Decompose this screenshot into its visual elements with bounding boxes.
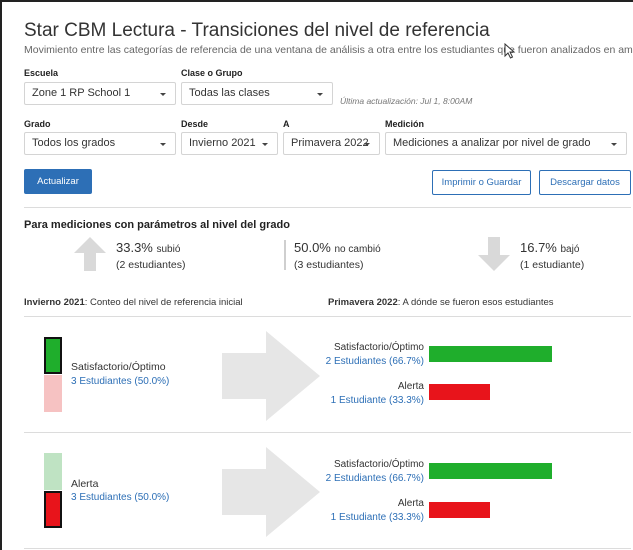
chevron-down-icon [262, 143, 268, 146]
group2-name: Alerta [71, 478, 99, 490]
divider [24, 207, 631, 208]
class-select-value: Todas las clases [189, 87, 270, 99]
school-select[interactable]: Zone 1 RP School 1 [24, 82, 176, 105]
group1-dest1-bar [429, 346, 552, 362]
flow-arrow-icon [222, 447, 320, 537]
class-label: Clase o Grupo [181, 68, 243, 78]
stat-down-word: bajó [560, 244, 580, 255]
school-select-value: Zone 1 RP School 1 [32, 87, 131, 99]
group1-name: Satisfactorio/Óptimo [71, 361, 166, 373]
measure-label: Medición [385, 119, 425, 129]
from-select-value: Invierno 2021 [189, 137, 256, 149]
school-label: Escuela [24, 68, 59, 78]
from-select[interactable]: Invierno 2021 [181, 132, 278, 155]
stat-up-word: subió [156, 244, 181, 255]
page-title: Star CBM Lectura - Transiciones del nive… [24, 20, 490, 41]
arrow-down-icon [478, 237, 510, 271]
chevron-down-icon [160, 143, 166, 146]
stat-down-pct: 16.7% [520, 240, 557, 255]
right-header-text: : A dónde se fueron esos estudiantes [397, 297, 554, 308]
group1-dest1-name: Satisfactorio/Óptimo [333, 342, 424, 353]
flow-arrow-icon [222, 331, 320, 421]
class-select[interactable]: Todas las clases [181, 82, 333, 105]
last-updated-text: Última actualización: Jul 1, 8:00AM [340, 96, 473, 106]
left-column-header: Invierno 2021: Conteo del nivel de refer… [24, 297, 243, 308]
download-data-button[interactable]: Descargar datos [539, 170, 631, 195]
divider [24, 316, 631, 317]
from-label: Desde [181, 119, 209, 129]
stat-same-value: 50.0% no cambió [294, 240, 381, 255]
stat-same-word: no cambió [334, 244, 381, 255]
stat-down-value: 16.7% bajó [520, 240, 579, 255]
group1-dest2-name: Alerta [397, 381, 424, 392]
to-select[interactable]: Primavera 2022 [283, 132, 380, 155]
group2-dest2-name: Alerta [397, 498, 424, 509]
group2-dest1-name: Satisfactorio/Óptimo [333, 459, 424, 470]
group1-other-bar [44, 375, 62, 412]
update-button[interactable]: Actualizar [24, 169, 92, 194]
print-save-button[interactable]: Imprimir o Guardar [432, 170, 531, 195]
stat-up-value: 33.3% subió [116, 240, 180, 255]
measure-select-value: Mediciones a analizar por nivel de grado [393, 137, 591, 149]
chevron-down-icon [611, 143, 617, 146]
group2-dest1-bar [429, 463, 552, 479]
right-column-header: Primavera 2022: A dónde se fueron esos e… [328, 297, 554, 308]
chevron-down-icon [317, 93, 323, 96]
grade-select[interactable]: Todos los grados [24, 132, 176, 155]
summary-heading: Para mediciones con parámetros al nivel … [24, 219, 290, 231]
measure-select[interactable]: Mediciones a analizar por nivel de grado [385, 132, 627, 155]
to-label: A [283, 119, 290, 129]
grade-label: Grado [24, 119, 51, 129]
cursor-icon [504, 43, 516, 59]
stat-down-count: (1 estudiante) [520, 259, 585, 271]
group1-count: 3 Estudiantes (50.0%) [71, 376, 170, 387]
group2-dest2-bar [429, 502, 490, 518]
stat-up-pct: 33.3% [116, 240, 153, 255]
stat-up-count: (2 estudiantes) [116, 259, 186, 271]
group1-dest2-bar [429, 384, 490, 400]
group2-dest1-count: 2 Estudiantes (66.7%) [325, 473, 424, 484]
chevron-down-icon [364, 143, 370, 146]
group2-other-bar [44, 453, 62, 490]
stat-same-pct: 50.0% [294, 240, 331, 255]
right-term: Primavera 2022 [328, 297, 398, 308]
grade-select-value: Todos los grados [32, 137, 116, 149]
page-subtitle: Movimiento entre las categorías de refer… [24, 44, 633, 56]
group1-current-bar [44, 337, 62, 374]
to-select-value: Primavera 2022 [291, 137, 369, 149]
stat-same-count: (3 estudiantes) [294, 259, 364, 271]
stat-divider [284, 240, 286, 270]
arrow-up-icon [74, 237, 106, 271]
group2-dest2-count: 1 Estudiante (33.3%) [330, 512, 424, 523]
group1-dest2-count: 1 Estudiante (33.3%) [330, 395, 424, 406]
group1-dest1-count: 2 Estudiantes (66.7%) [325, 356, 424, 367]
left-header-text: : Conteo del nivel de referencia inicial [84, 297, 243, 308]
left-term: Invierno 2021 [24, 297, 85, 308]
group2-current-bar [44, 491, 62, 528]
group2-count: 3 Estudiantes (50.0%) [71, 492, 170, 503]
divider [24, 548, 631, 549]
chevron-down-icon [160, 93, 166, 96]
divider [24, 432, 631, 433]
